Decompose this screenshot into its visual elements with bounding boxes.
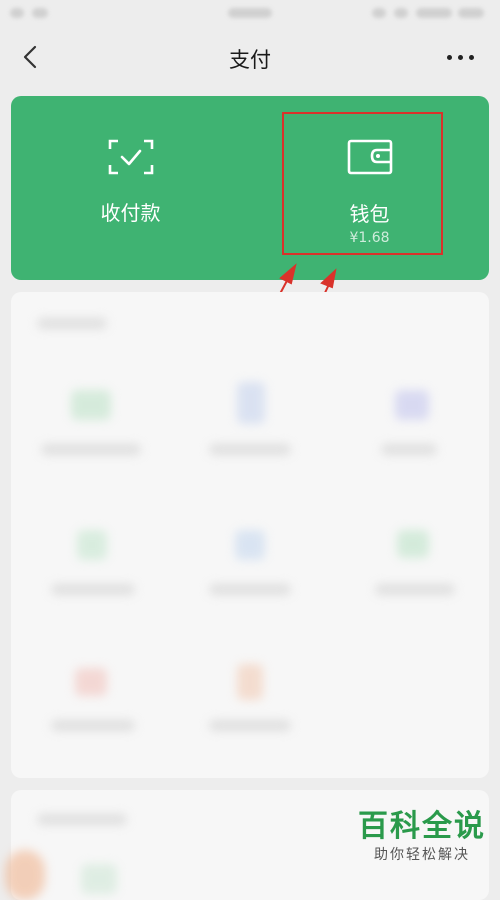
more-options-icon[interactable] [444, 43, 478, 71]
services-panel [11, 292, 489, 778]
watermark-title: 百科全说 [358, 809, 486, 844]
scan-check-icon [108, 139, 154, 175]
nav-bar: 支付 [0, 30, 500, 86]
page-title: 支付 [229, 48, 271, 72]
status-bar [0, 0, 500, 30]
watermark-subtitle: 助你轻松解决 [374, 847, 470, 863]
annotation-highlight-box [282, 112, 443, 255]
collect-pay-label: 收付款 [100, 201, 161, 225]
collect-pay-button[interactable]: 收付款 [11, 96, 250, 280]
watermark-logo: 百科全说 助你轻松解决 [358, 810, 486, 864]
